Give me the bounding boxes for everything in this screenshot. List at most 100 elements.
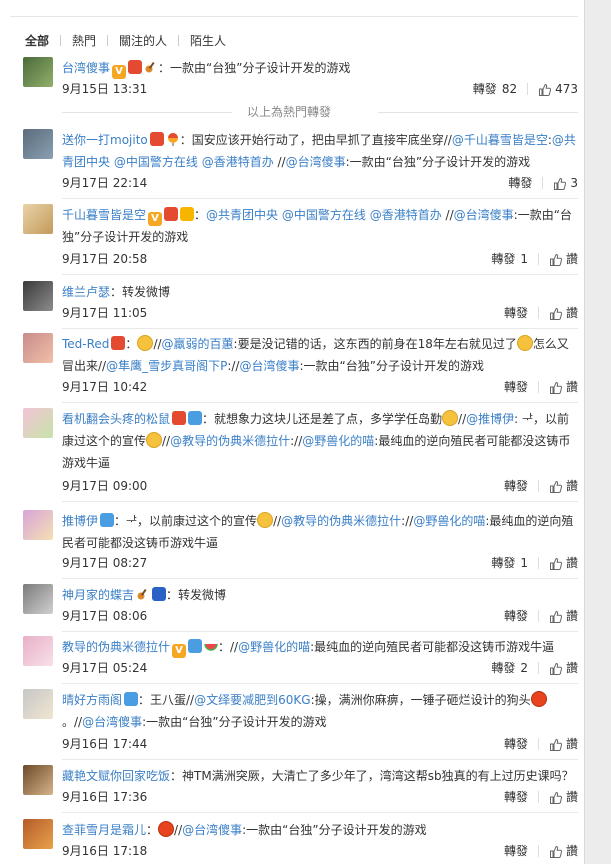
like-button[interactable]: 讚 xyxy=(549,605,578,627)
timestamp[interactable]: 9月16日 17:44 xyxy=(62,733,147,755)
like-button[interactable]: 讚 xyxy=(549,786,578,808)
mention-link[interactable]: @台湾傻事 xyxy=(182,823,242,837)
avatar[interactable] xyxy=(23,765,53,795)
timestamp[interactable]: 9月17日 08:06 xyxy=(62,605,147,627)
repost-button[interactable]: 轉發 xyxy=(504,475,528,497)
timestamp[interactable]: 9月16日 17:36 xyxy=(62,786,147,808)
mention-link[interactable]: @羸弱的百蕙 xyxy=(162,337,234,351)
mention-link[interactable]: @台湾傻事 xyxy=(454,208,514,222)
avatar[interactable] xyxy=(23,584,53,614)
mention-link[interactable]: @野兽化的喵 xyxy=(238,640,310,654)
mention-link[interactable]: @文绎要减肥到60KG xyxy=(194,693,310,707)
avatar[interactable] xyxy=(23,129,53,159)
repost-button[interactable]: 轉發 xyxy=(504,733,528,755)
repost-meta: 9月17日 08:27 轉發 1 讚 xyxy=(62,552,578,574)
repost-button[interactable]: 轉發 1 xyxy=(491,248,528,270)
mention-link[interactable]: @香港特首办 xyxy=(202,155,274,169)
timestamp[interactable]: 9月17日 22:14 xyxy=(62,172,147,194)
mention-link[interactable]: @中国警方在线 xyxy=(114,155,198,169)
timestamp[interactable]: 9月17日 20:58 xyxy=(62,248,147,270)
avatar[interactable] xyxy=(23,408,53,438)
like-button[interactable]: 3 xyxy=(553,172,578,194)
repost-button[interactable]: 轉發 xyxy=(504,786,528,808)
timestamp[interactable]: 9月17日 11:05 xyxy=(62,302,147,324)
repost-meta: 9月17日 20:58 轉發 1 讚 xyxy=(62,248,578,270)
repost-text: // xyxy=(273,155,286,169)
timestamp[interactable]: 9月17日 10:42 xyxy=(62,376,147,398)
like-button[interactable]: 讚 xyxy=(549,376,578,398)
mention-link[interactable]: @野兽化的喵 xyxy=(413,514,485,528)
tab-following[interactable]: 關注的人 xyxy=(117,32,169,49)
repost-button[interactable]: 轉發 xyxy=(504,376,528,398)
avatar[interactable] xyxy=(23,636,53,666)
guitar-icon xyxy=(136,586,150,600)
like-button[interactable]: 讚 xyxy=(549,248,578,270)
username-link[interactable]: 维兰卢瑟 xyxy=(62,285,110,299)
like-button[interactable]: 讚 xyxy=(549,302,578,324)
repost-button[interactable]: 轉發 xyxy=(504,840,528,862)
username-link[interactable]: 查菲雪月是霜儿 xyxy=(62,823,146,837)
mention-link[interactable]: @教导的伪典米德拉什 xyxy=(281,514,401,528)
mention-link[interactable]: @教导的伪典米德拉什 xyxy=(170,434,290,448)
repost-text: // xyxy=(273,514,282,528)
mention-link[interactable]: @台湾傻事 xyxy=(239,359,299,373)
avatar[interactable] xyxy=(23,510,53,540)
username-link[interactable]: 推博伊 xyxy=(62,514,98,528)
avatar[interactable] xyxy=(23,281,53,311)
repost-button[interactable]: 轉發 1 xyxy=(491,552,528,574)
timestamp[interactable]: 9月16日 17:18 xyxy=(62,840,147,862)
like-button[interactable]: 讚 xyxy=(549,733,578,755)
username-link[interactable]: 送你一打mojito xyxy=(62,133,148,147)
repost-button[interactable]: 轉發 xyxy=(508,172,532,194)
repost-button[interactable]: 轉發 xyxy=(504,605,528,627)
username-link[interactable]: 神月家的蝶吉 xyxy=(62,588,134,602)
repost-button[interactable]: 轉發 82 xyxy=(473,78,517,100)
timestamp[interactable]: 9月17日 09:00 xyxy=(62,475,147,497)
mention-link[interactable]: @台湾傻事 xyxy=(82,715,142,729)
repost-button[interactable]: 轉發 2 xyxy=(491,657,528,679)
item-divider xyxy=(62,198,578,199)
mention-link[interactable]: @中国警方在线 xyxy=(282,208,366,222)
like-label: 讚 xyxy=(565,844,578,858)
repost-text: ：一款由“台独”分子设计开发的游戏 xyxy=(158,61,351,75)
username-link[interactable]: 教导的伪典米德拉什 xyxy=(62,640,170,654)
red-badge-icon xyxy=(164,207,179,221)
repost-content: 送你一打mojito ：国安应该开始行动了，把由早抓了直接牢底坐穿//@千山暮雪皆… xyxy=(62,129,578,173)
like-button[interactable]: 讚 xyxy=(549,475,578,497)
avatar[interactable] xyxy=(23,204,53,234)
tab-strangers[interactable]: 陌生人 xyxy=(188,32,228,49)
mention-link[interactable]: @共青团中央 xyxy=(206,208,278,222)
like-button[interactable]: 473 xyxy=(538,78,578,100)
avatar[interactable] xyxy=(23,819,53,849)
username-link[interactable]: 晴好方雨阁 xyxy=(62,693,122,707)
username-link[interactable]: 千山暮雪皆是空 xyxy=(62,208,146,222)
action-separator xyxy=(537,845,539,857)
username-link[interactable]: 藏艳文赋你回家吃饭 xyxy=(62,769,170,783)
repost-content: 查菲雪月是霜儿： //@台湾傻事:一款由“台独”分子设计开发的游戏 xyxy=(62,819,578,841)
mention-link[interactable]: @野兽化的喵 xyxy=(302,434,374,448)
avatar[interactable] xyxy=(23,689,53,719)
timestamp[interactable]: 9月17日 08:27 xyxy=(62,552,147,574)
mention-link[interactable]: @台湾傻事 xyxy=(286,155,346,169)
tab-hot[interactable]: 熱門 xyxy=(70,32,98,49)
timestamp[interactable]: 9月17日 05:24 xyxy=(62,657,147,679)
mention-link[interactable]: @推博伊 xyxy=(466,412,514,426)
like-button[interactable]: 讚 xyxy=(549,657,578,679)
repost-meta: 9月17日 05:24 轉發 2 讚 xyxy=(62,657,578,679)
like-button[interactable]: 讚 xyxy=(549,552,578,574)
repost-button[interactable]: 轉發 xyxy=(504,302,528,324)
mention-link[interactable]: @香港特首办 xyxy=(370,208,442,222)
repost-text: // xyxy=(153,337,162,351)
action-bar: 轉發 讚 xyxy=(504,475,578,497)
mention-link[interactable]: @千山暮雪皆是空 xyxy=(452,133,548,147)
tab-all[interactable]: 全部 xyxy=(23,32,51,49)
like-button[interactable]: 讚 xyxy=(549,840,578,862)
username-link[interactable]: 看机翻会头疼的松鼠 xyxy=(62,412,170,426)
mention-link[interactable]: @隼鹰_雪步真哥阁下P xyxy=(106,359,227,373)
username-link[interactable]: Ted-Red xyxy=(62,337,109,351)
avatar[interactable] xyxy=(23,57,53,87)
timestamp[interactable]: 9月15日 13:31 xyxy=(62,78,147,100)
action-bar: 轉發 82 473 xyxy=(473,78,578,100)
username-link[interactable]: 台湾傻事 xyxy=(62,61,110,75)
avatar[interactable] xyxy=(23,333,53,363)
